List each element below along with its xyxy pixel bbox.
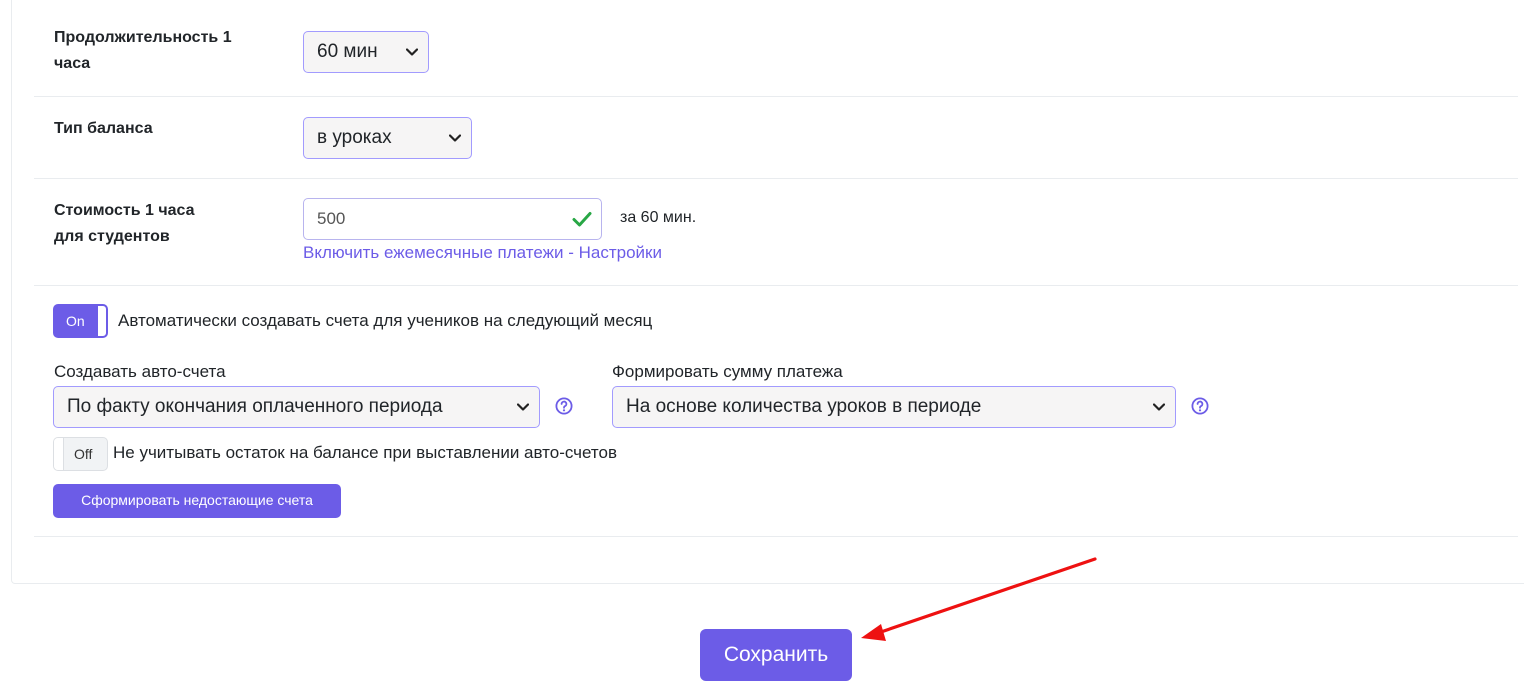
arrow-icon	[861, 557, 1097, 641]
hour-duration-select[interactable]: 60 мин	[303, 31, 429, 73]
save-button[interactable]: Сохранить	[700, 629, 852, 681]
create-invoices-select[interactable]: По факту окончания оплаченного периода	[53, 386, 540, 428]
question-circle-icon[interactable]	[555, 397, 573, 415]
generate-invoices-button[interactable]: Сформировать недостающие счета	[53, 484, 341, 518]
payment-amount-select[interactable]: На основе количества уроков в периоде	[612, 386, 1176, 428]
auto-invoices-description: Автоматически создавать счета для ученик…	[118, 311, 653, 330]
create-invoices-label: Создавать авто-счета	[54, 362, 226, 381]
hour-duration-label-line1: Продолжительность 1	[54, 29, 232, 46]
hour-duration-value: 60 мин	[317, 41, 378, 62]
ignore-balance-toggle[interactable]: Off	[53, 437, 108, 471]
balance-type-select[interactable]: в уроках	[303, 117, 472, 159]
balance-type-value: в уроках	[317, 127, 392, 148]
divider	[34, 536, 1518, 537]
check-icon	[572, 199, 592, 239]
toggle-label: On	[66, 313, 85, 329]
auto-invoices-toggle[interactable]: On	[53, 304, 108, 338]
divider	[34, 178, 1518, 179]
student-cost-label: Стоимость 1 часа для студентов	[54, 198, 195, 250]
cost-suffix: за 60 мин.	[620, 209, 697, 226]
ignore-balance-description: Не учитывать остаток на балансе при выст…	[113, 443, 618, 462]
chevron-down-icon	[449, 118, 461, 158]
balance-type-label: Тип баланса	[54, 120, 153, 137]
toggle-label: Off	[74, 446, 93, 462]
payment-amount-value: На основе количества уроков в периоде	[626, 396, 982, 417]
student-cost-label-line1: Стоимость 1 часа	[54, 202, 195, 219]
hour-duration-label-line2: часа	[54, 55, 91, 72]
chevron-down-icon	[406, 32, 418, 72]
chevron-down-icon	[517, 387, 529, 427]
question-circle-icon[interactable]	[1191, 397, 1209, 415]
monthly-payments-link[interactable]: Включить ежемесячные платежи - Настройки	[303, 242, 662, 264]
student-cost-label-line2: для студентов	[54, 228, 170, 245]
toggle-knob	[97, 305, 107, 337]
hour-duration-label: Продолжительность 1 часа	[54, 25, 232, 77]
student-cost-input[interactable]: 500	[303, 198, 602, 240]
payment-amount-label: Формировать сумму платежа	[612, 362, 843, 381]
divider	[34, 96, 1518, 97]
toggle-knob	[54, 438, 64, 470]
student-cost-value: 500	[317, 209, 346, 228]
chevron-down-icon	[1153, 387, 1165, 427]
divider	[34, 285, 1518, 286]
create-invoices-value: По факту окончания оплаченного периода	[67, 396, 443, 417]
